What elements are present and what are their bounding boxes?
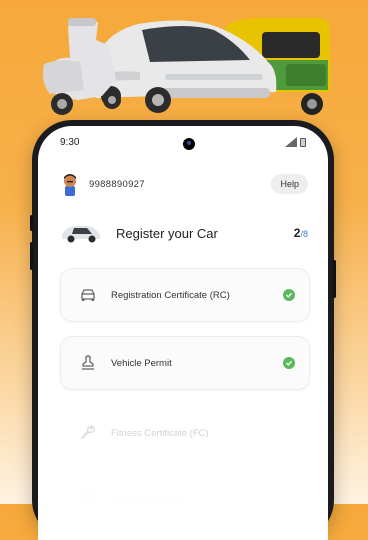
register-header: Register your Car 2/8 [60,220,308,246]
avatar [64,174,76,196]
document-label: Vehicle Insurance [111,493,186,505]
front-camera [183,138,195,150]
vehicles-illustration [42,18,330,115]
phone-side-button [30,215,33,231]
document-label: Registration Certificate (RC) [111,289,230,301]
help-button[interactable]: Help [271,174,308,194]
phone-mockup: 9:30 9988890927 Help Register your Car 2… [30,120,336,540]
document-item-permit[interactable]: Vehicle Permit [60,336,310,390]
document-item-fc[interactable]: Fitness Certificate (FC) [60,406,310,460]
registration-progress: 2/8 [294,226,308,240]
battery-icon [300,137,306,147]
document-item-rc[interactable]: Registration Certificate (RC) [60,268,310,322]
wrench-icon [81,425,95,439]
car-front-icon [81,289,95,301]
document-label: Vehicle Permit [111,357,172,369]
document-label: Fitness Certificate (FC) [111,427,209,439]
phone-screen: 9:30 9988890927 Help Register your Car 2… [38,126,328,540]
check-icon [283,357,295,369]
signal-icon [285,137,297,147]
document-item-insurance[interactable]: Vehicle Insurance [60,472,310,526]
scooter-image [42,18,121,115]
car-icon [62,226,100,243]
shield-icon [81,491,95,507]
user-header: 9988890927 Help [60,170,308,198]
status-time: 9:30 [60,137,80,148]
user-phone-number: 9988890927 [89,178,145,190]
register-title: Register your Car [116,225,218,241]
progress-total: /8 [300,229,308,239]
phone-side-button [30,242,33,270]
check-icon [283,289,295,301]
stamp-icon [82,355,94,370]
status-icons [285,137,306,147]
phone-side-button [333,260,336,298]
